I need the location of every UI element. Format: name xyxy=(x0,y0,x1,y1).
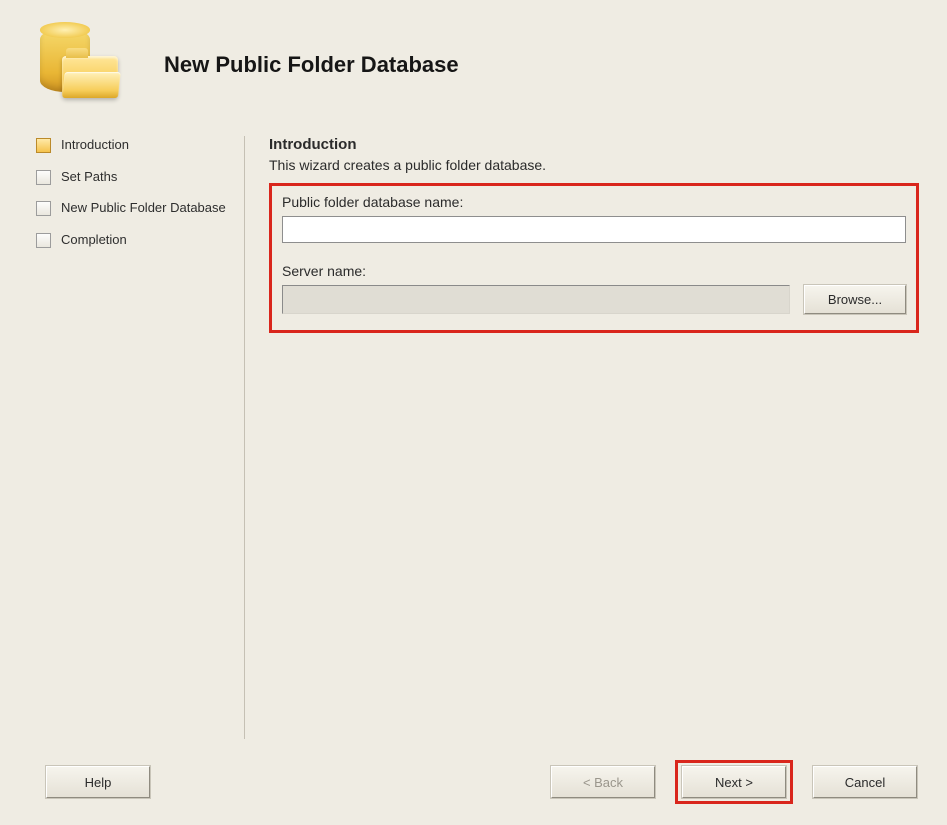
input-highlight-region: Public folder database name: Server name… xyxy=(269,183,919,333)
wizard-steps-sidebar: Introduction Set Paths New Public Folder… xyxy=(36,130,244,739)
next-button-highlight: Next > xyxy=(675,760,793,804)
step-label: Introduction xyxy=(61,136,129,154)
step-label: Completion xyxy=(61,231,127,249)
public-folder-database-icon xyxy=(36,22,124,110)
step-set-paths: Set Paths xyxy=(36,168,244,186)
step-indicator-icon xyxy=(36,170,51,185)
browse-button[interactable]: Browse... xyxy=(804,285,906,314)
server-name-label: Server name: xyxy=(282,263,906,279)
step-indicator-icon xyxy=(36,233,51,248)
wizard-header: New Public Folder Database xyxy=(0,0,947,130)
server-name-input xyxy=(282,285,790,314)
step-label: Set Paths xyxy=(61,168,117,186)
step-completion: Completion xyxy=(36,231,244,249)
server-name-row: Browse... xyxy=(282,285,906,314)
step-introduction: Introduction xyxy=(36,136,244,154)
wizard-title: New Public Folder Database xyxy=(164,52,459,78)
vertical-divider xyxy=(244,136,245,739)
db-name-input[interactable] xyxy=(282,216,906,243)
wizard-body: Introduction Set Paths New Public Folder… xyxy=(0,130,947,739)
step-indicator-icon xyxy=(36,138,51,153)
step-indicator-icon xyxy=(36,201,51,216)
db-name-label: Public folder database name: xyxy=(282,194,906,210)
wizard-footer: Help < Back Next > Cancel xyxy=(0,739,947,825)
next-button[interactable]: Next > xyxy=(682,766,786,798)
back-button: < Back xyxy=(551,766,655,798)
section-title: Introduction xyxy=(269,136,919,153)
cancel-button[interactable]: Cancel xyxy=(813,766,917,798)
wizard-dialog: New Public Folder Database Introduction … xyxy=(0,0,947,825)
section-description: This wizard creates a public folder data… xyxy=(269,157,919,173)
help-button[interactable]: Help xyxy=(46,766,150,798)
wizard-content: Introduction This wizard creates a publi… xyxy=(269,130,919,739)
step-new-public-folder-database: New Public Folder Database xyxy=(36,199,244,217)
step-label: New Public Folder Database xyxy=(61,199,226,217)
